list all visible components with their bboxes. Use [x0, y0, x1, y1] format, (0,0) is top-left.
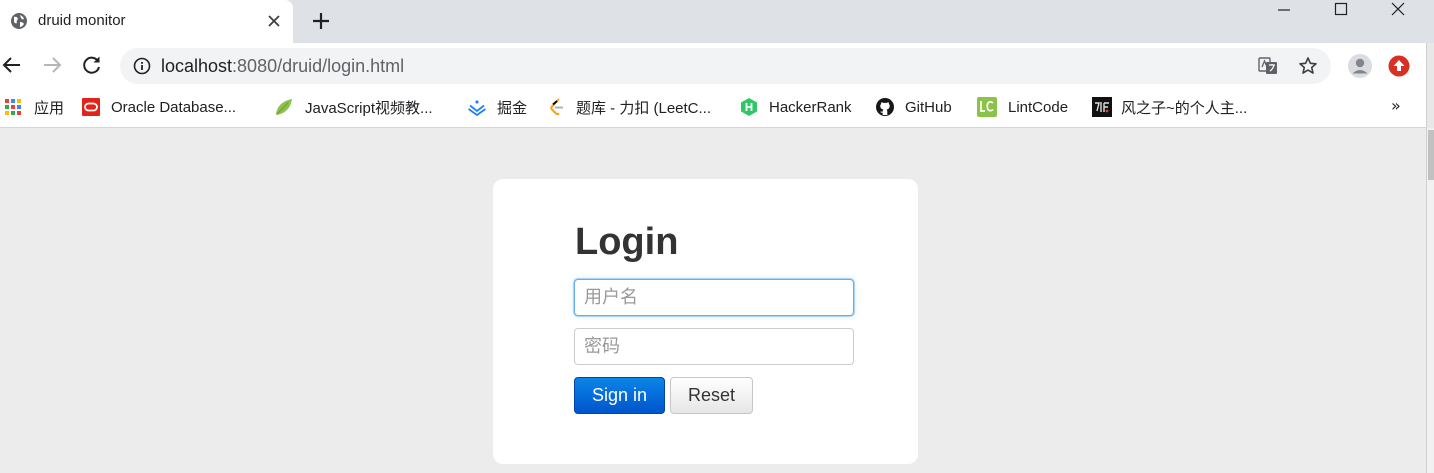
tab-strip: druid monitor [0, 0, 1434, 43]
lintcode-icon [977, 97, 997, 117]
bookmark-label: LintCode [1008, 98, 1069, 116]
maximize-icon [1334, 2, 1348, 16]
close-icon [1391, 2, 1405, 16]
minimize-button[interactable] [1256, 0, 1312, 20]
bookmark-github[interactable]: GitHub [876, 88, 952, 126]
maximize-button[interactable] [1313, 0, 1369, 20]
info-icon[interactable] [133, 57, 151, 75]
username-input[interactable] [574, 279, 854, 316]
bookmark-label: HackerRank [769, 98, 852, 116]
url-path: :8080/druid/login.html [232, 56, 405, 76]
oracle-icon [82, 98, 100, 116]
hackerrank-icon [741, 98, 757, 116]
bookmark-javascript-video[interactable]: JavaScript视频教... [274, 88, 433, 126]
login-heading: Login [575, 221, 679, 263]
bookmark-star-icon[interactable] [1298, 56, 1318, 76]
reload-icon[interactable] [80, 53, 104, 77]
bookmark-label: JavaScript视频教... [305, 99, 433, 117]
personal-site-icon [1092, 97, 1112, 117]
address-bar[interactable]: localhost:8080/druid/login.html [120, 48, 1331, 84]
url-text[interactable]: localhost:8080/druid/login.html [161, 56, 404, 76]
bookmark-leetcode[interactable]: 题库 - 力扣 (LeetC... [548, 88, 711, 126]
extension-upload-icon[interactable] [1388, 55, 1410, 77]
bookmark-oracle[interactable]: Oracle Database... [82, 88, 236, 126]
bookmark-label: 掘金 [497, 99, 528, 117]
bookmark-hackerrank[interactable]: HackerRank [740, 88, 852, 126]
sign-in-button[interactable]: Sign in [574, 377, 665, 414]
bookmark-personal-site[interactable]: 风之子~的个人主... [1092, 88, 1247, 126]
bookmarks-bar: 应用 Oracle Database... JavaScript视频教... 掘… [0, 88, 1434, 128]
bookmark-juejin[interactable]: 掘金 [468, 88, 527, 126]
github-icon [876, 98, 894, 116]
more-bookmarks-chevron[interactable]: » [1391, 96, 1401, 115]
minimize-icon [1278, 9, 1290, 11]
close-tab-icon[interactable] [266, 13, 282, 29]
window-edge [1426, 43, 1434, 128]
juejin-icon [468, 100, 486, 116]
translate-icon[interactable] [1258, 56, 1278, 76]
close-window-button[interactable] [1370, 0, 1426, 20]
login-card [493, 179, 918, 464]
bookmark-label: Oracle Database... [111, 98, 237, 116]
page-scrollbar[interactable] [1426, 128, 1434, 473]
tab-title: druid monitor [38, 12, 126, 29]
bookmark-label: GitHub [905, 98, 952, 116]
reset-button[interactable]: Reset [670, 377, 753, 414]
new-tab-icon[interactable] [311, 11, 331, 31]
password-input[interactable] [574, 328, 854, 365]
globe-icon [11, 13, 27, 29]
bookmark-label: 题库 - 力扣 (LeetC... [576, 99, 712, 117]
browser-toolbar: localhost:8080/druid/login.html [0, 43, 1434, 88]
tab-druid-monitor[interactable]: druid monitor [0, 0, 293, 43]
bookmark-label: 风之子~的个人主... [1121, 99, 1248, 117]
back-arrow-icon[interactable] [0, 53, 24, 77]
leaf-icon [276, 99, 292, 115]
apps-grid-icon [5, 99, 21, 115]
scrollbar-thumb[interactable] [1428, 130, 1434, 180]
bookmark-apps[interactable]: 应用 [4, 88, 64, 126]
bookmark-label: 应用 [34, 99, 65, 117]
profile-avatar-icon[interactable] [1347, 53, 1373, 79]
leetcode-icon [550, 98, 563, 116]
url-host: localhost [161, 56, 233, 76]
bookmark-lintcode[interactable]: LintCode [977, 88, 1068, 126]
forward-arrow-icon[interactable] [40, 53, 64, 77]
